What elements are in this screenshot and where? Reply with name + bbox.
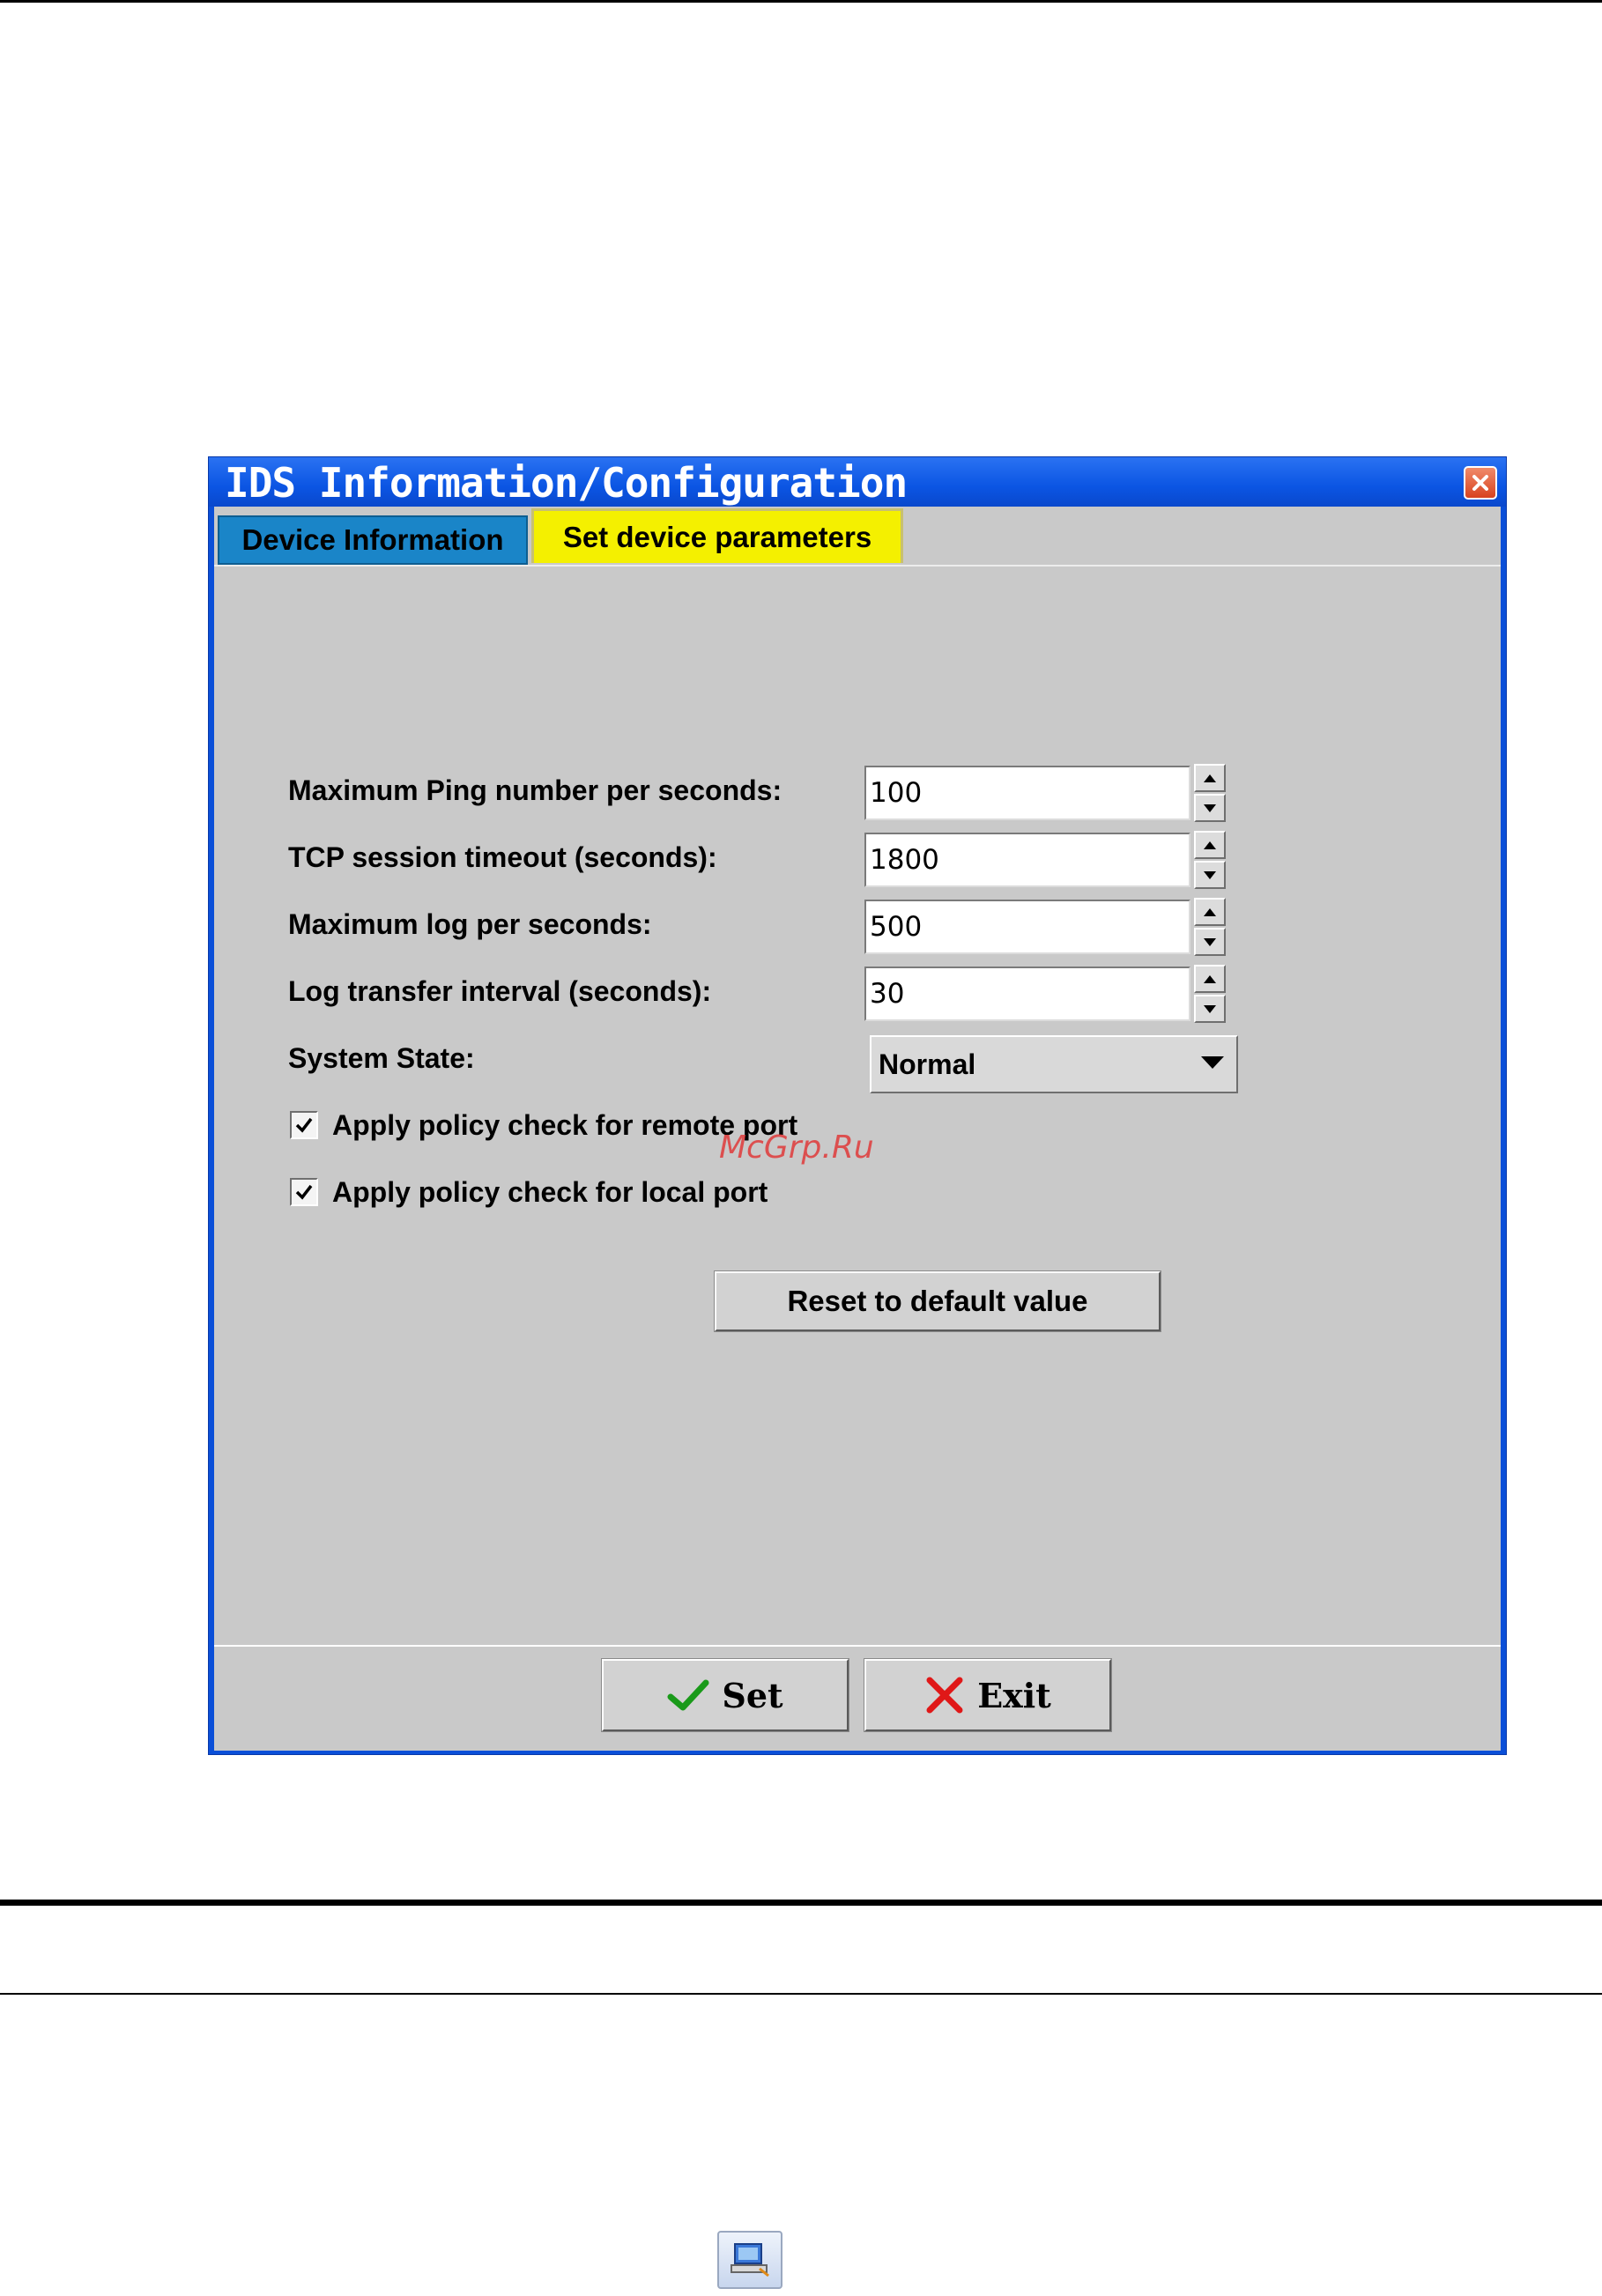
set-button-label: Set bbox=[722, 1675, 783, 1715]
system-state-label: System State: bbox=[288, 1042, 475, 1074]
max-ping-spinner bbox=[1194, 764, 1226, 822]
max-log-spinner bbox=[1194, 898, 1226, 956]
close-button[interactable] bbox=[1464, 466, 1497, 500]
tab-strip: Device Information Set device parameters bbox=[214, 507, 1501, 567]
log-interval-spinner bbox=[1194, 965, 1226, 1023]
close-x-icon bbox=[926, 1677, 963, 1714]
arrow-up-icon bbox=[1204, 774, 1216, 782]
spin-down-button[interactable] bbox=[1194, 794, 1226, 822]
spin-up-button[interactable] bbox=[1194, 965, 1226, 993]
dialog-client-area: Device Information Set device parameters… bbox=[214, 507, 1501, 1751]
arrow-down-icon bbox=[1204, 1004, 1216, 1013]
max-log-label: Maximum log per seconds: bbox=[288, 908, 652, 940]
set-button[interactable]: Set bbox=[601, 1658, 849, 1732]
tab-label: Device Information bbox=[241, 523, 504, 556]
tab-set-device-parameters[interactable]: Set device parameters bbox=[531, 508, 903, 563]
tab-label: Set device parameters bbox=[562, 520, 872, 553]
system-state-select[interactable]: Normal bbox=[870, 1035, 1238, 1093]
max-log-input[interactable]: 500 bbox=[864, 900, 1190, 954]
watermark-text: McGrp.Ru bbox=[719, 1129, 874, 1166]
arrow-down-icon bbox=[1204, 870, 1216, 879]
spin-up-button[interactable] bbox=[1194, 831, 1226, 859]
arrow-down-icon bbox=[1204, 937, 1216, 946]
network-icon bbox=[717, 2231, 782, 2289]
max-ping-label: Maximum Ping number per seconds: bbox=[288, 774, 782, 806]
top-rule bbox=[0, 0, 1602, 3]
exit-button-label: Exit bbox=[977, 1675, 1051, 1715]
local-port-checkbox[interactable] bbox=[290, 1178, 318, 1206]
close-icon bbox=[1472, 475, 1488, 491]
remote-port-checkbox[interactable] bbox=[290, 1111, 318, 1139]
check-icon bbox=[667, 1679, 709, 1711]
system-state-value: Normal bbox=[879, 1048, 976, 1080]
reset-default-button[interactable]: Reset to default value bbox=[714, 1270, 1161, 1332]
spin-down-button[interactable] bbox=[1194, 861, 1226, 889]
tcp-timeout-input[interactable]: 1800 bbox=[864, 833, 1190, 887]
dialog-footer: Set Exit bbox=[214, 1645, 1501, 1751]
arrow-up-icon bbox=[1204, 907, 1216, 916]
checkmark-icon bbox=[295, 1184, 313, 1200]
tcp-timeout-label: TCP session timeout (seconds): bbox=[288, 841, 717, 873]
spin-up-button[interactable] bbox=[1194, 764, 1226, 792]
window-title: IDS Information/Configuration bbox=[225, 459, 908, 507]
log-interval-label: Log transfer interval (seconds): bbox=[288, 975, 712, 1007]
tab-device-information[interactable]: Device Information bbox=[218, 515, 528, 565]
log-interval-input[interactable]: 30 bbox=[864, 967, 1190, 1021]
exit-button[interactable]: Exit bbox=[864, 1658, 1112, 1732]
section-divider-thin bbox=[0, 1993, 1602, 1995]
computer-icon bbox=[731, 2243, 769, 2277]
checkmark-icon bbox=[295, 1117, 313, 1133]
arrow-down-icon bbox=[1204, 804, 1216, 812]
spin-up-button[interactable] bbox=[1194, 898, 1226, 926]
arrow-up-icon bbox=[1204, 974, 1216, 983]
local-port-check-label: Apply policy check for local port bbox=[332, 1176, 768, 1208]
spin-down-button[interactable] bbox=[1194, 928, 1226, 956]
title-bar[interactable]: IDS Information/Configuration bbox=[209, 457, 1506, 507]
parameters-panel: Maximum Ping number per seconds: 100 TCP… bbox=[214, 567, 1501, 1645]
section-divider-thick bbox=[0, 1900, 1602, 1906]
tcp-timeout-spinner bbox=[1194, 831, 1226, 889]
spin-down-button[interactable] bbox=[1194, 995, 1226, 1023]
max-ping-input[interactable]: 100 bbox=[864, 766, 1190, 820]
arrow-up-icon bbox=[1204, 841, 1216, 849]
ids-config-dialog: IDS Information/Configuration Device Inf… bbox=[208, 456, 1507, 1755]
chevron-down-icon bbox=[1201, 1056, 1224, 1069]
